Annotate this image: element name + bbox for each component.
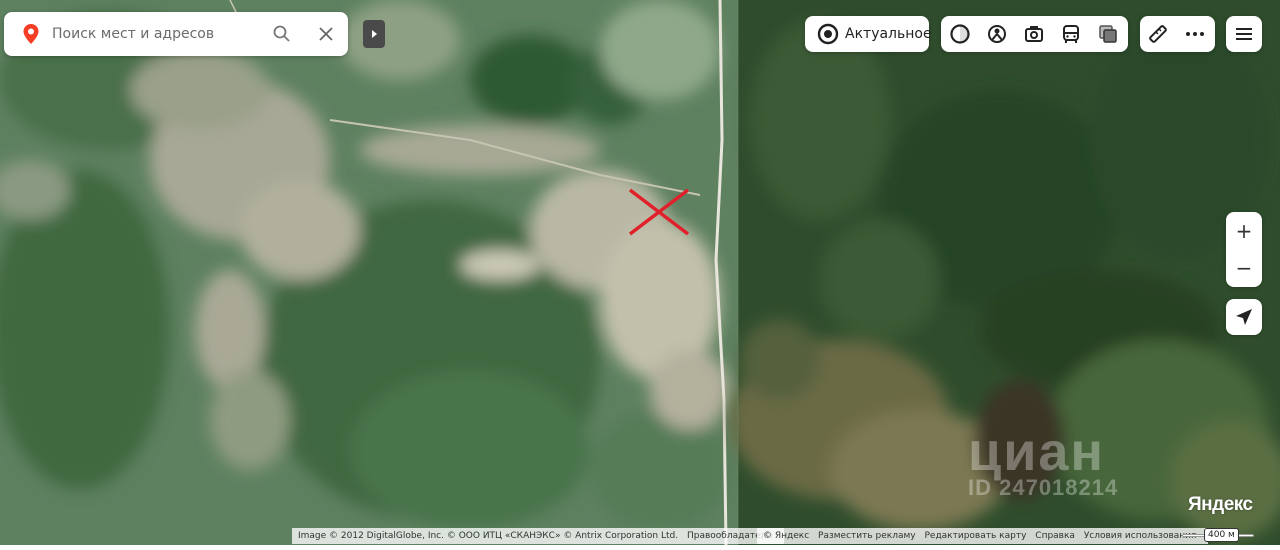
satellite-map[interactable]: циан ID 247018214 <box>0 0 1280 545</box>
cian-watermark: циан ID 247018214 <box>968 425 1118 501</box>
collapse-panel-button[interactable] <box>363 20 385 48</box>
search-input[interactable]: Поиск мест и адресов <box>52 24 214 44</box>
ads-link[interactable]: Разместить рекламу <box>818 531 916 541</box>
main-menu-button[interactable] <box>1226 16 1262 52</box>
yandex-attribution: © Яндекс Разместить рекламу Редактироват… <box>757 528 1209 544</box>
bottom-edge <box>0 545 1280 550</box>
more-icon[interactable] <box>1183 22 1207 46</box>
watermark-logo: циан <box>968 422 1106 482</box>
search-box[interactable]: Поиск мест и адресов <box>4 12 348 56</box>
edit-map-link[interactable]: Редактировать карту <box>924 531 1026 541</box>
zoom-out-button[interactable]: − <box>1226 250 1262 286</box>
chevron-right-icon <box>372 30 377 38</box>
yandex-logo: Яндекс <box>1188 494 1253 515</box>
map-type-button[interactable]: Актуальное <box>805 16 932 52</box>
scale-bar: 400 м <box>1182 527 1254 543</box>
map-tools-toolbar <box>1140 16 1215 52</box>
imagery-attribution: Image © 2012 DigitalGlobe, Inc. © ООО ИТ… <box>292 528 785 544</box>
traffic-icon[interactable] <box>948 22 972 46</box>
zoom-control: + − <box>1226 212 1262 287</box>
photo-icon[interactable] <box>1022 22 1046 46</box>
ruler-icon[interactable] <box>1146 22 1170 46</box>
location-pin-icon <box>23 24 39 44</box>
search-icon[interactable] <box>272 24 292 44</box>
scale-label: 400 м <box>1204 528 1239 542</box>
close-icon[interactable] <box>316 24 336 44</box>
transport-icon[interactable] <box>1059 22 1083 46</box>
help-link[interactable]: Справка <box>1035 531 1075 541</box>
target-icon <box>817 23 839 45</box>
layers-icon[interactable] <box>1096 22 1120 46</box>
panorama-icon[interactable] <box>985 22 1009 46</box>
geolocation-button[interactable] <box>1226 299 1262 335</box>
imagery-copyright: Image © 2012 DigitalGlobe, Inc. © ООО ИТ… <box>298 531 679 541</box>
navigation-arrow-icon <box>1236 309 1252 325</box>
terms-link[interactable]: Условия использования <box>1084 531 1197 541</box>
menu-icon <box>1236 28 1252 40</box>
watermark-id: ID 247018214 <box>968 475 1119 500</box>
yandex-copyright: © Яндекс <box>763 531 810 541</box>
zoom-in-button[interactable]: + <box>1226 213 1262 249</box>
map-layers-toolbar <box>941 16 1128 52</box>
map-type-label: Актуальное <box>845 26 932 42</box>
